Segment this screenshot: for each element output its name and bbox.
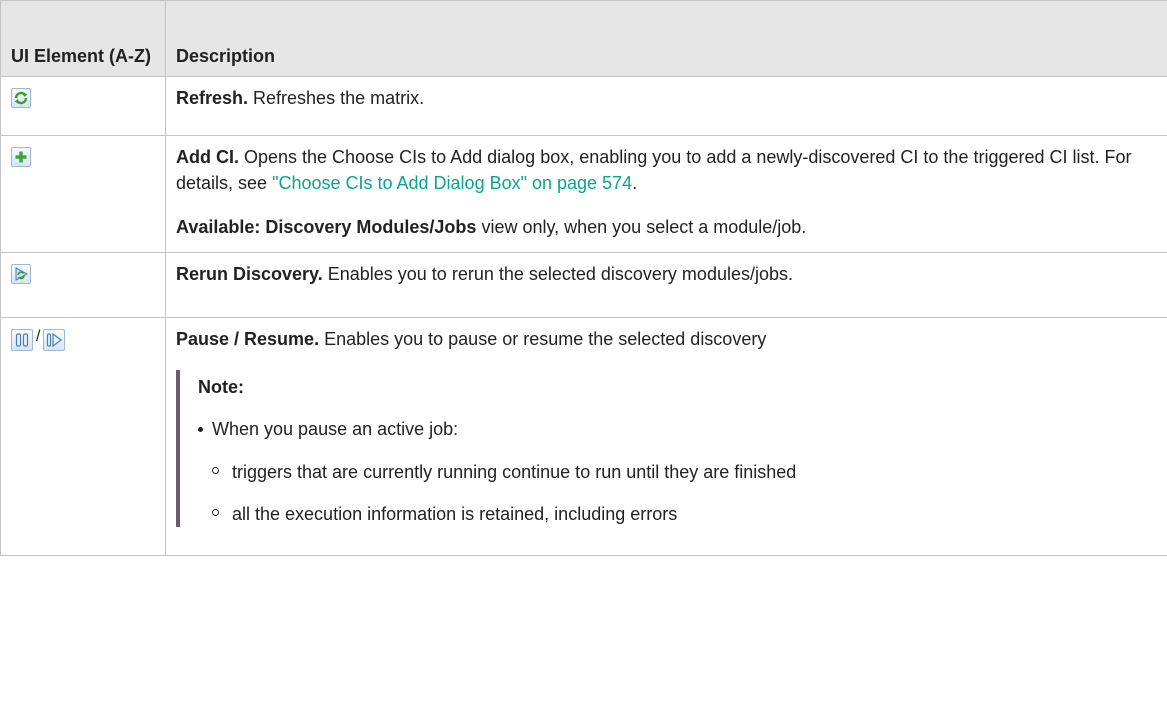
note-block: Note: When you pause an active job: trig… [176, 370, 1157, 527]
description-cell: Add CI. Opens the Choose CIs to Add dial… [165, 134, 1167, 254]
ui-element-cell [0, 134, 166, 254]
icon-separator: / [36, 328, 41, 346]
resume-icon [43, 329, 66, 352]
note-bullet-text: When you pause an active job: [212, 419, 459, 440]
add-ci-description: Add CI. Opens the Choose CIs to Add dial… [176, 144, 1157, 196]
list-item: all the execution information is retaine… [212, 501, 1157, 527]
ui-element-cell [0, 252, 166, 319]
table-header-row: UI Element (A-Z) Description [0, 0, 1167, 77]
refresh-icon [11, 88, 31, 108]
pause-resume-title: Pause / Resume. [176, 329, 320, 350]
header-ui-element: UI Element (A-Z) [0, 0, 166, 77]
description-cell: Pause / Resume. Enables you to pause or … [165, 317, 1167, 556]
add-icon [11, 147, 31, 167]
availability-text: view only, when you select a module/job. [476, 217, 807, 238]
rerun-description: Rerun Discovery. Enables you to rerun th… [176, 261, 1157, 287]
refresh-title: Refresh. [176, 88, 249, 108]
table-row-rerun-discovery: Rerun Discovery. Enables you to rerun th… [0, 252, 1167, 319]
note-title: Note: [198, 377, 244, 398]
table-row-refresh: Refresh. Refreshes the matrix. [0, 76, 1167, 136]
refresh-text: Refreshes the matrix. [248, 88, 425, 108]
rerun-discovery-icon [11, 264, 31, 285]
table-row-add-ci: Add CI. Opens the Choose CIs to Add dial… [0, 134, 1167, 254]
ui-elements-table: UI Element (A-Z) Description Refresh. Re… [0, 0, 1167, 556]
header-description: Description [165, 0, 1167, 77]
list-item: triggers that are currently running cont… [212, 459, 1157, 485]
description-cell: Refresh. Refreshes the matrix. [165, 76, 1167, 136]
note-list: When you pause an active job: triggers t… [198, 416, 1157, 526]
add-ci-title: Add CI. [176, 147, 239, 167]
list-item: When you pause an active job: triggers t… [198, 416, 1157, 526]
table-row-pause-resume: / Pause / Resume. Enables you to pause o… [0, 317, 1167, 556]
description-cell: Rerun Discovery. Enables you to rerun th… [165, 252, 1167, 319]
add-ci-period: . [632, 173, 638, 194]
refresh-description: Refresh. Refreshes the matrix. [176, 85, 1157, 111]
add-ci-availability: Available: Discovery Modules/Jobs view o… [176, 214, 1157, 240]
pause-resume-description: Pause / Resume. Enables you to pause or … [176, 326, 1157, 352]
rerun-text: Enables you to rerun the selected discov… [322, 264, 793, 285]
pause-resume-text: Enables you to pause or resume the selec… [319, 329, 767, 350]
note-sub-list: triggers that are currently running cont… [212, 459, 1157, 527]
pause-icon [11, 329, 33, 352]
choose-cis-link[interactable]: "Choose CIs to Add Dialog Box" on page 5… [272, 173, 632, 193]
ui-element-cell [0, 76, 166, 136]
ui-element-cell: / [0, 317, 166, 556]
availability-label: Available: Discovery Modules/Jobs [176, 217, 477, 238]
rerun-title: Rerun Discovery. [176, 264, 323, 285]
